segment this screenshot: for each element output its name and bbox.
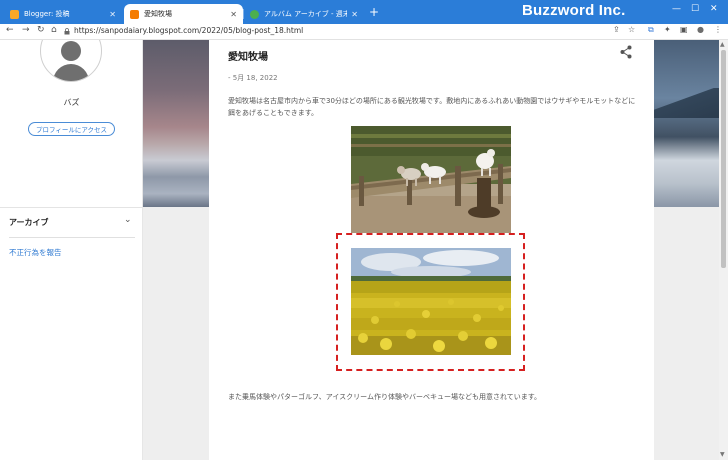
- maximize-icon[interactable]: ☐: [691, 4, 699, 14]
- tab-separator: [243, 9, 244, 19]
- tab-close-icon[interactable]: ✕: [109, 10, 116, 19]
- share-icon[interactable]: [620, 45, 632, 59]
- tab-title: アルバム アーカイブ - 週末散歩日記: [264, 10, 348, 18]
- mountain-silhouette: [654, 88, 719, 118]
- post-date: - 5月 18, 2022: [228, 74, 278, 82]
- profile-icon[interactable]: ●: [697, 25, 704, 34]
- view-profile-button[interactable]: プロフィールにアクセス: [28, 122, 115, 136]
- chevron-down-icon[interactable]: ⌄: [124, 215, 132, 225]
- google-photos-icon: [250, 9, 259, 19]
- scroll-up-icon[interactable]: ▲: [720, 41, 725, 48]
- background-landscape-right: [654, 40, 719, 207]
- post-paragraph-2: また乗馬体験やパターゴルフ、アイスクリーム作り体験やバーベキュー場なども用意され…: [228, 393, 542, 401]
- reload-icon[interactable]: ↻: [37, 25, 45, 35]
- bookmark-star-icon[interactable]: ☆: [628, 25, 635, 34]
- scroll-thumb[interactable]: [721, 50, 726, 268]
- url-input[interactable]: https://sanpodaiary.blogspot.com/2022/05…: [74, 26, 303, 35]
- blogger-icon: [130, 9, 139, 19]
- menu-icon[interactable]: ⋮: [714, 25, 722, 34]
- divider: [0, 207, 143, 208]
- new-tab-button[interactable]: +: [369, 6, 379, 18]
- sidebar-icon[interactable]: ▣: [680, 25, 688, 34]
- forward-icon[interactable]: →: [22, 25, 30, 35]
- blog-sidebar: バズ プロフィールにアクセス アーカイブ ⌄ 不正行為を報告: [0, 40, 143, 460]
- avatar-body: [53, 64, 89, 81]
- lock-icon[interactable]: [64, 28, 70, 35]
- goats-photo[interactable]: [351, 126, 511, 233]
- tab-aichi-farm[interactable]: 愛知牧場 ✕: [124, 4, 243, 24]
- tab-strip: Blogger: 投稿 ✕ 愛知牧場 ✕ アルバム アーカイブ - 週末散歩日記…: [0, 0, 728, 24]
- post-title: 愛知牧場: [228, 52, 268, 63]
- page-viewport: バズ プロフィールにアクセス アーカイブ ⌄ 不正行為を報告 愛知牧場 - 5月…: [0, 40, 728, 460]
- extension-icon[interactable]: ⧉: [648, 25, 654, 35]
- tab-album-archive[interactable]: アルバム アーカイブ - 週末散歩日記 ✕: [244, 4, 364, 24]
- brand-title: Buzzword Inc.: [522, 2, 626, 19]
- vertical-scrollbar[interactable]: ▲ ▼: [719, 40, 728, 460]
- tab-blogger[interactable]: Blogger: 投稿 ✕: [4, 4, 122, 24]
- avatar-head: [61, 41, 81, 61]
- image-highlight-frame: [336, 233, 525, 371]
- home-icon[interactable]: ⌂: [51, 25, 57, 35]
- profile-name: バズ: [63, 98, 80, 107]
- minimize-icon[interactable]: —: [672, 4, 681, 14]
- scroll-down-icon[interactable]: ▼: [720, 451, 725, 458]
- share-page-icon[interactable]: ⇪: [613, 25, 620, 34]
- address-toolbar: ← → ↻ ⌂ https://sanpodaiary.blogspot.com…: [0, 24, 728, 40]
- report-abuse-link[interactable]: 不正行為を報告: [9, 247, 62, 258]
- tab-title: Blogger: 投稿: [24, 10, 70, 18]
- puzzle-icon[interactable]: ✦: [664, 25, 671, 34]
- close-window-icon[interactable]: ✕: [710, 4, 718, 14]
- tab-close-icon[interactable]: ✕: [351, 10, 358, 19]
- post-article: 愛知牧場 - 5月 18, 2022 愛知牧場は名古屋市内から車で30分ほどの場…: [209, 40, 654, 460]
- tab-close-icon[interactable]: ✕: [230, 10, 237, 19]
- avatar[interactable]: [40, 40, 102, 82]
- back-icon[interactable]: ←: [6, 25, 14, 35]
- divider: [9, 237, 135, 238]
- blogger-icon: [10, 9, 19, 19]
- tab-title: 愛知牧場: [144, 10, 172, 18]
- archive-heading[interactable]: アーカイブ: [9, 217, 49, 228]
- background-landscape-left: [143, 40, 209, 207]
- post-paragraph-1: 愛知牧場は名古屋市内から車で30分ほどの場所にある観光牧場です。敷地内にあるふれ…: [228, 97, 636, 117]
